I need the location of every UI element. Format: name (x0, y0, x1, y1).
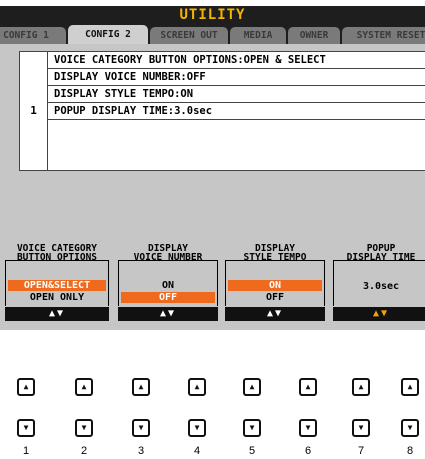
param-value-box: ON OFF (118, 260, 218, 306)
param-value-box: OPEN&SELECT OPEN ONLY (5, 260, 109, 306)
up-button-2[interactable]: ▲ (75, 378, 93, 396)
item-row-display-voice-number[interactable]: DISPLAY VOICE NUMBER:OFF (48, 69, 425, 86)
updown-selector[interactable]: ▲▼ (118, 307, 218, 321)
down-arrow-icon: ▼ (407, 423, 413, 432)
up-arrow-icon: ▲ (138, 382, 144, 391)
up-button-7[interactable]: ▲ (352, 378, 370, 396)
down-arrow-icon: ▼ (23, 423, 29, 432)
item-row-voice-category[interactable]: VOICE CATEGORY BUTTON OPTIONS:OPEN & SEL… (48, 52, 425, 69)
item-table: 1 VOICE CATEGORY BUTTON OPTIONS:OPEN & S… (19, 51, 425, 171)
up-button-3[interactable]: ▲ (132, 378, 150, 396)
up-arrow-icon: ▲ (23, 382, 29, 391)
param-voice-category-button-options: VOICE CATEGORY BUTTON OPTIONS OPEN&SELEC… (5, 244, 109, 330)
button-number-1: 1 (22, 445, 30, 457)
option-open-only[interactable]: OPEN ONLY (8, 292, 106, 303)
up-arrow-icon: ▲ (305, 382, 311, 391)
page-title: UTILITY (0, 6, 425, 24)
up-arrow-icon: ▲ (407, 382, 413, 391)
item-row-popup-display-time[interactable]: POPUP DISPLAY TIME:3.0sec (48, 103, 425, 120)
tab-owner[interactable]: OWNER (288, 27, 340, 44)
up-arrow-icon: ▲ (81, 382, 87, 391)
tab-bar: CONFIG 1 CONFIG 2 SCREEN OUT MEDIA OWNER… (0, 24, 425, 44)
up-button-5[interactable]: ▲ (243, 378, 261, 396)
up-button-1[interactable]: ▲ (17, 378, 35, 396)
updown-selector[interactable]: ▲▼ (225, 307, 325, 321)
down-arrow-icon: ▼ (138, 423, 144, 432)
param-display-style-tempo: DISPLAY STYLE TEMPO ON OFF ▲▼ (225, 244, 325, 330)
down-arrow-icon: ▼ (305, 423, 311, 432)
item-row-display-style-tempo[interactable]: DISPLAY STYLE TEMPO:ON (48, 86, 425, 103)
down-button-5[interactable]: ▼ (243, 419, 261, 437)
down-arrow-icon: ▼ (81, 423, 87, 432)
item-number: 1 (20, 52, 48, 170)
param-value-box: ON OFF (225, 260, 325, 306)
down-arrow-icon: ▼ (194, 423, 200, 432)
up-arrow-icon: ▲ (194, 382, 200, 391)
param-display-voice-number: DISPLAY VOICE NUMBER ON OFF ▲▼ (118, 244, 218, 330)
tab-system-reset[interactable]: SYSTEM RESET (342, 27, 425, 44)
down-button-6[interactable]: ▼ (299, 419, 317, 437)
lcd-screen: UTILITY CONFIG 1 CONFIG 2 SCREEN OUT MED… (0, 0, 425, 330)
updown-selector[interactable]: ▲▼ (5, 307, 109, 321)
button-number-5: 5 (248, 445, 256, 457)
down-button-4[interactable]: ▼ (188, 419, 206, 437)
option-on[interactable]: ON (121, 280, 215, 291)
value-popup-time[interactable]: 3.0sec (336, 281, 425, 292)
option-on[interactable]: ON (228, 280, 322, 291)
down-arrow-icon: ▼ (249, 423, 255, 432)
updown-selector[interactable]: ▲▼ (333, 307, 425, 321)
tab-config-2[interactable]: CONFIG 2 (68, 25, 148, 44)
button-number-3: 3 (137, 445, 145, 457)
down-button-8[interactable]: ▼ (401, 419, 419, 437)
down-button-7[interactable]: ▼ (352, 419, 370, 437)
down-button-3[interactable]: ▼ (132, 419, 150, 437)
param-value-box: 3.0sec (333, 260, 425, 306)
tab-media[interactable]: MEDIA (230, 27, 286, 44)
down-arrow-icon: ▼ (358, 423, 364, 432)
down-button-1[interactable]: ▼ (17, 419, 35, 437)
up-arrow-icon: ▲ (249, 382, 255, 391)
up-button-8[interactable]: ▲ (401, 378, 419, 396)
option-open-select[interactable]: OPEN&SELECT (8, 280, 106, 291)
tab-screen-out[interactable]: SCREEN OUT (150, 27, 228, 44)
tab-config-1[interactable]: CONFIG 1 (0, 27, 66, 44)
button-number-2: 2 (80, 445, 88, 457)
button-number-8: 8 (406, 445, 414, 457)
content-area: 1 VOICE CATEGORY BUTTON OPTIONS:OPEN & S… (0, 44, 425, 330)
up-button-4[interactable]: ▲ (188, 378, 206, 396)
up-arrow-icon: ▲ (358, 382, 364, 391)
param-popup-display-time: POPUP DISPLAY TIME 3.0sec ▲▼ (333, 244, 425, 330)
button-number-6: 6 (304, 445, 312, 457)
option-off[interactable]: OFF (121, 292, 215, 303)
down-button-2[interactable]: ▼ (75, 419, 93, 437)
option-off[interactable]: OFF (228, 292, 322, 303)
button-number-4: 4 (193, 445, 201, 457)
up-button-6[interactable]: ▲ (299, 378, 317, 396)
button-number-7: 7 (357, 445, 365, 457)
